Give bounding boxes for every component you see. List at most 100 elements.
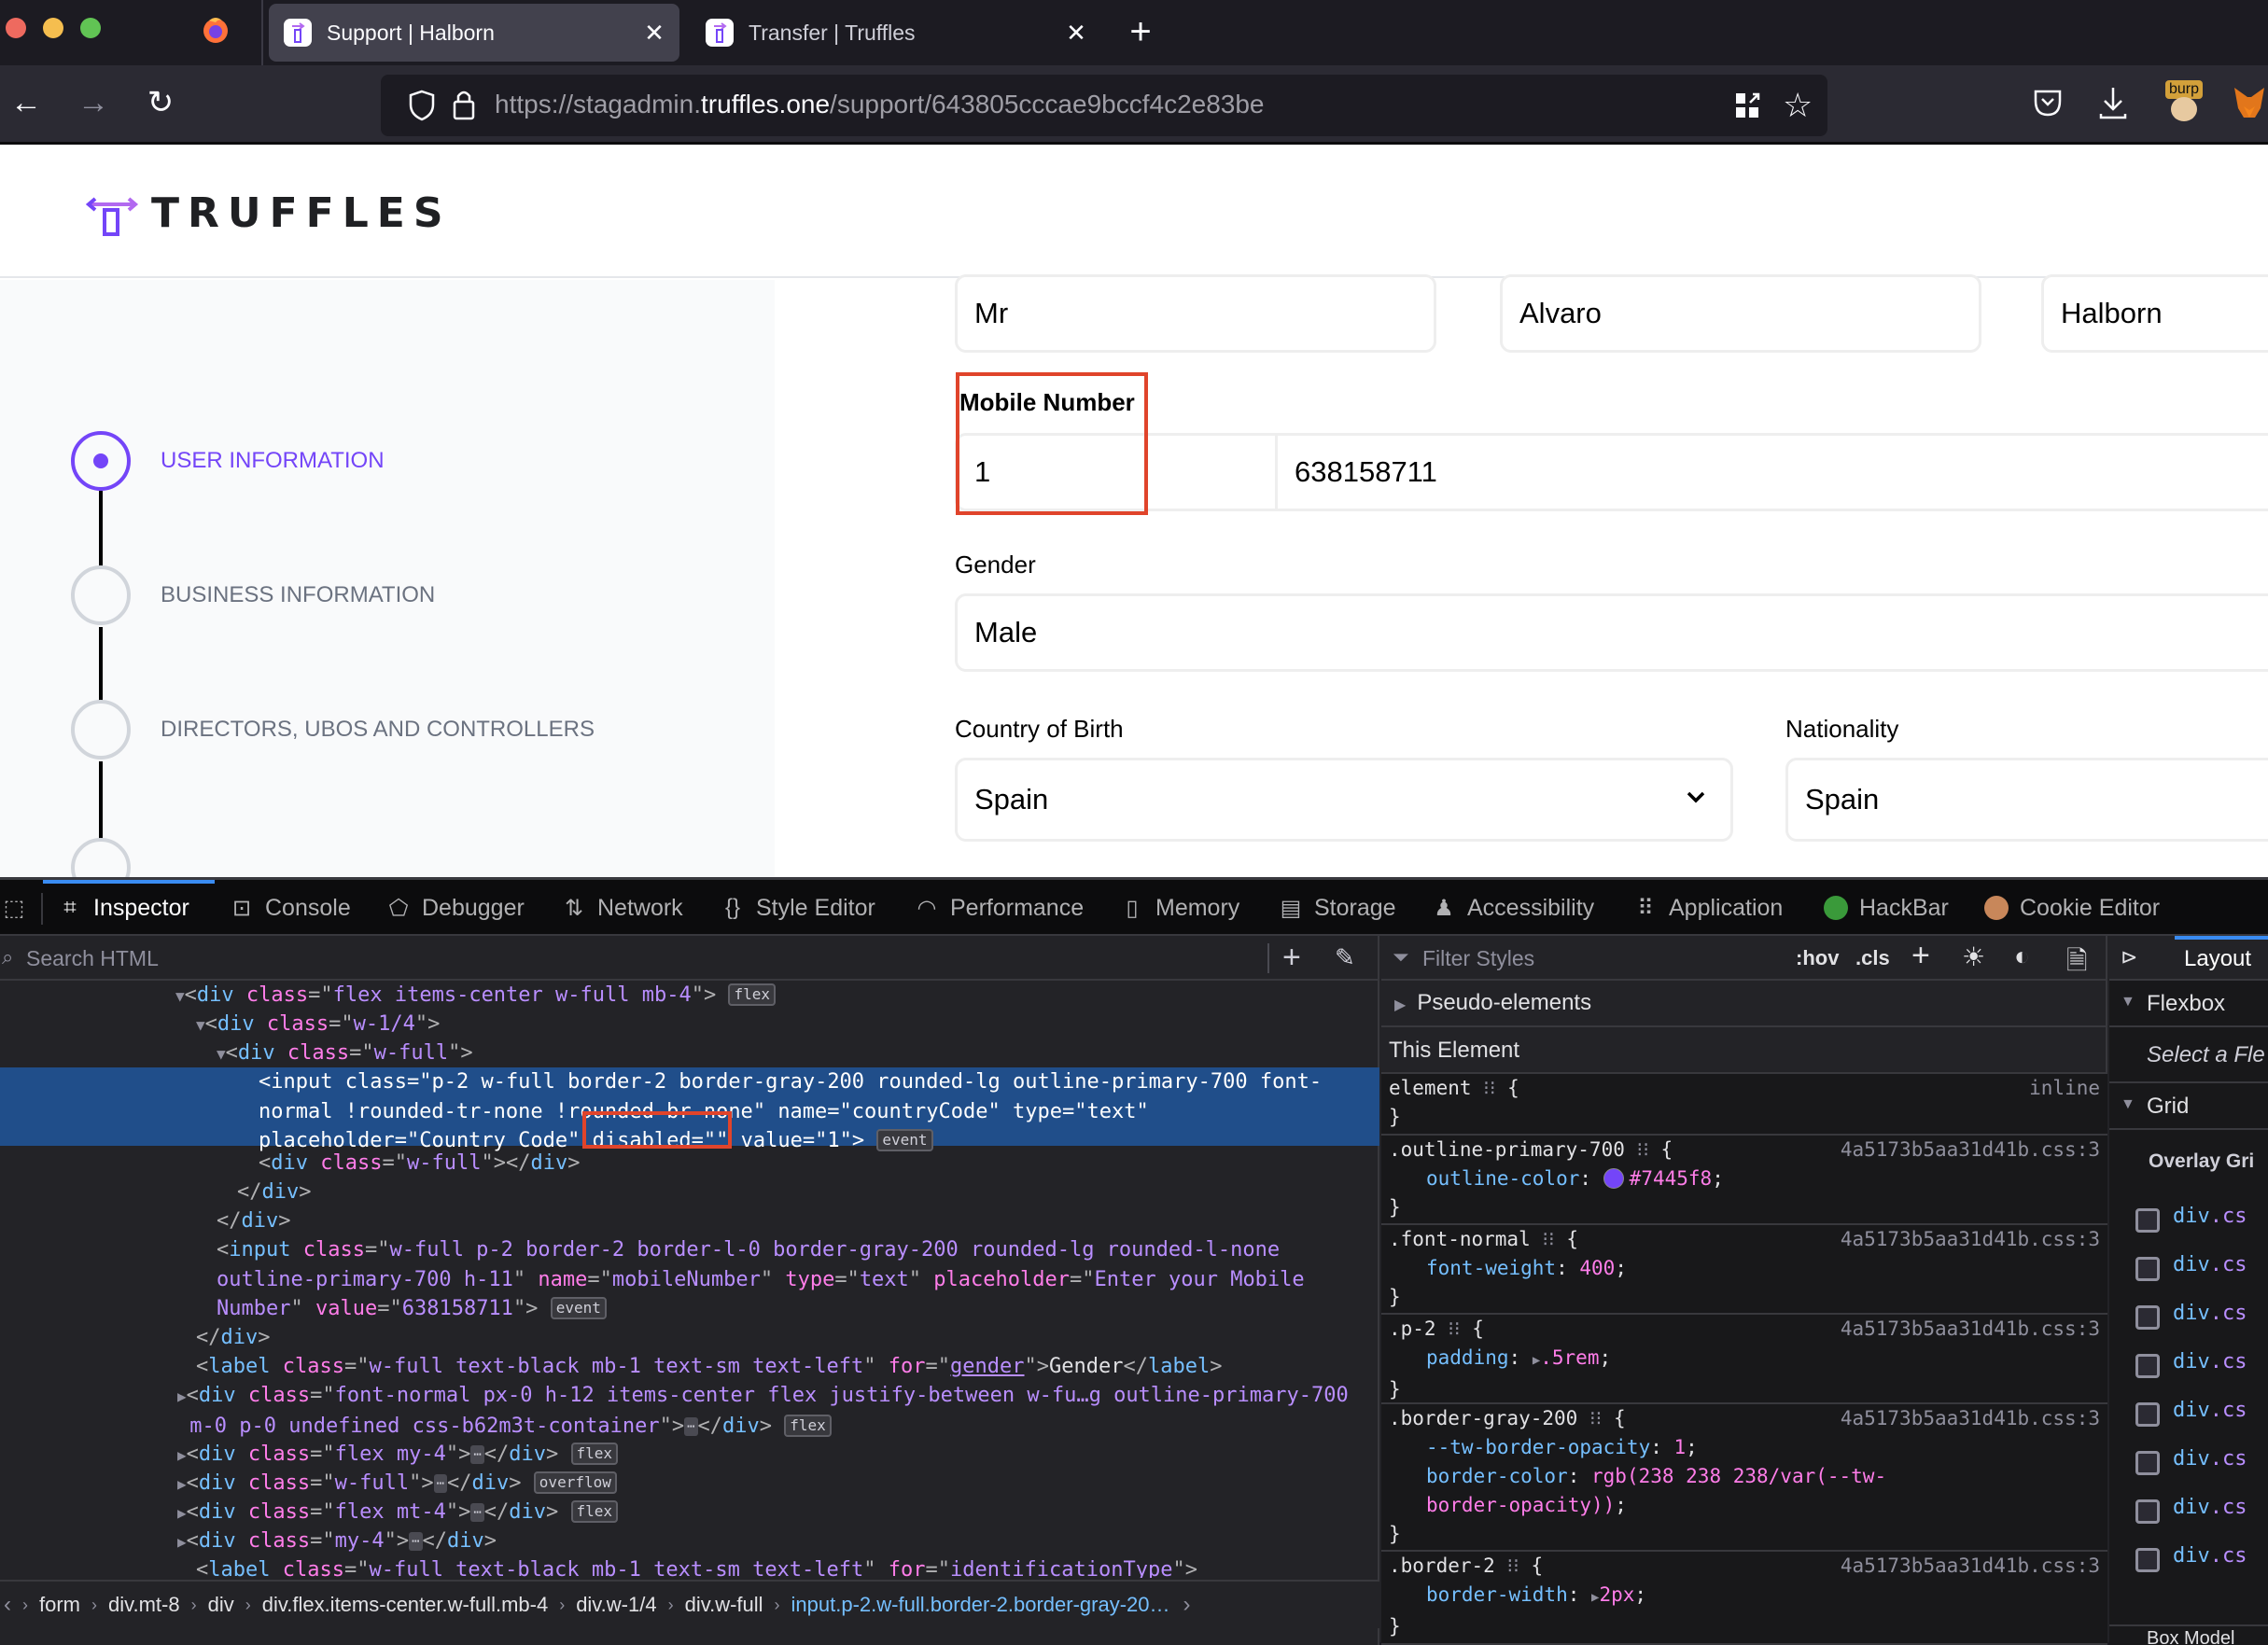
breadcrumb-item[interactable]: div.w-1/4 [576,1593,656,1617]
devtools-tab-network[interactable]: ⇅ Network [560,880,683,936]
pocket-icon[interactable] [2033,88,2063,122]
rule-source-link[interactable]: 4a5173b5aa31d41b.css:3 [1841,1552,2100,1581]
nationality-field[interactable]: Spain [1785,758,2268,842]
tree-node[interactable]: ▼<div class="w-full"> [217,1039,1379,1069]
rule-source-link[interactable]: 4a5173b5aa31d41b.css:3 [1841,1225,2100,1254]
qr-code-icon[interactable] [1734,91,1762,124]
url-bar[interactable]: https://stagadmin.truffles.one/support/6… [381,75,1827,136]
color-swatch[interactable] [1603,1168,1624,1189]
devtools-tab-style-editor[interactable]: {} Style Editor [719,880,875,936]
tree-node-id-label[interactable]: <label class="w-full text-black mb-1 tex… [196,1555,1379,1578]
devtools-tab-inspector[interactable]: ⌗ Inspector [56,880,189,936]
layout-tab[interactable]: Layout [2184,946,2251,972]
tree-node-gender-label[interactable]: <label class="w-full text-black mb-1 tex… [196,1352,1379,1382]
tree-node-collapsed[interactable]: ▶<div class="flex my-4"> ⋯ </div> flex [177,1440,1379,1471]
rule-font-normal[interactable]: .font-normal ⁝⁝ { font-weight: 400; } 4a… [1381,1225,2107,1315]
devtools-tab-console[interactable]: ⊡ Console [228,880,351,936]
grid-section-toggle[interactable]: ▼ Grid [2109,1083,2268,1130]
grid-overlay-checkbox[interactable] [2135,1305,2160,1330]
tab-support-halborn[interactable]: Support | Halborn ✕ [269,4,679,62]
back-arrow-icon[interactable]: ← [6,82,47,123]
devtools-tab-storage[interactable]: ▤ Storage [1277,880,1396,936]
search-html-input[interactable]: Search HTML [26,946,159,971]
toggle-sidebar-icon[interactable]: ⊳ [2121,945,2137,969]
forward-arrow-icon[interactable]: → [73,82,114,123]
download-icon[interactable] [2098,86,2128,124]
step-indicator[interactable] [71,838,131,877]
country-of-birth-select[interactable]: Spain [955,758,1733,842]
breadcrumb-scroll-right-icon[interactable]: › [1183,1592,1191,1618]
rule-source-link[interactable]: 4a5173b5aa31d41b.css:3 [1841,1136,2100,1164]
burp-extension-icon[interactable]: burp [2165,80,2203,121]
new-tab-plus-icon[interactable]: + [1120,11,1161,52]
tab-close-icon[interactable]: ✕ [640,19,668,48]
devtools-tab-debugger[interactable]: ⬠ Debugger [385,880,525,936]
rule-source-link[interactable]: 4a5173b5aa31d41b.css:3 [1841,1404,2100,1433]
tracking-shield-icon[interactable] [409,90,435,126]
grid-overlay-checkbox[interactable] [2135,1451,2160,1475]
first-name-field[interactable]: Alvaro [1500,274,1981,353]
breadcrumb-item[interactable]: form [39,1593,80,1617]
devtools-tab-accessibility[interactable]: ♟ Accessibility [1430,880,1594,936]
last-name-field[interactable]: Halborn [2041,274,2268,353]
minimize-window-button[interactable] [43,18,63,38]
grid-overlay-checkbox[interactable] [2135,1499,2160,1524]
reload-icon[interactable]: ↻ [140,82,181,123]
grid-overlay-checkbox[interactable] [2135,1548,2160,1572]
tree-node-mobile-input[interactable]: <input class="w-full p-2 border-2 border… [217,1235,1379,1324]
tree-node-select-container[interactable]: ▶<div class="font-normal px-0 h-12 items… [177,1381,1379,1441]
grid-overlay-checkbox[interactable] [2135,1257,2160,1281]
tree-node[interactable]: <div class="w-full"></div> [259,1149,1379,1178]
devtools-tab-application[interactable]: ⠿ Application [1631,880,1783,936]
tab-transfer-truffles[interactable]: Transfer | Truffles ✕ [691,4,1101,62]
add-node-plus-icon[interactable]: + [1282,940,1301,976]
hov-toggle[interactable]: :hov [1796,946,1839,970]
rule-p-2[interactable]: .p-2 ⁝⁝ { padding: ▶.5rem; } 4a5173b5aa3… [1381,1315,2107,1404]
rule-outline-primary-700[interactable]: .outline-primary-700 ⁝⁝ { outline-color:… [1381,1136,2107,1225]
metamask-icon[interactable] [2231,86,2268,119]
flexbox-section-toggle[interactable]: ▼ Flexbox [2109,981,2268,1027]
step-business-information[interactable]: BUSINESS INFORMATION [161,582,435,608]
step-indicator[interactable] [71,565,131,625]
rule-border-2[interactable]: .border-2 ⁝⁝ { border-width: ▶2px; } 4a5… [1381,1552,2107,1645]
maximize-window-button[interactable] [80,18,101,38]
light-scheme-sun-icon[interactable]: ☀ [1962,941,1985,972]
add-rule-plus-icon[interactable]: + [1911,938,1930,974]
rule-element-inline[interactable]: element ⁝⁝ { } inline [1381,1074,2107,1136]
firefox-icon[interactable] [202,15,230,45]
url-text[interactable]: https://stagadmin.truffles.one/support/6… [495,90,1265,119]
step-indicator[interactable] [71,700,131,760]
rule-source-link[interactable]: 4a5173b5aa31d41b.css:3 [1841,1315,2100,1344]
grid-overlay-checkbox[interactable] [2135,1208,2160,1233]
tree-node-collapsed[interactable]: ▶<div class="my-4"> ⋯ </div> [177,1527,1379,1557]
event-badge[interactable]: event [550,1297,607,1319]
title-field[interactable]: Mr [955,274,1436,353]
step-directors-ubos[interactable]: DIRECTORS, UBOS AND CONTROLLERS [161,717,595,743]
devtools-tab-hackbar[interactable]: HackBar [1822,880,1949,936]
lock-icon[interactable] [452,88,476,126]
eyedropper-icon[interactable]: ✎ [1335,943,1355,972]
breadcrumb-item[interactable]: div.w-full [685,1593,763,1617]
breadcrumb-item[interactable]: div.mt-8 [108,1593,180,1617]
element-picker-button[interactable]: ⬚ [0,880,37,936]
tab-close-icon[interactable]: ✕ [1062,19,1090,48]
dark-scheme-moon-icon[interactable]: ◐ [2014,941,2030,971]
devtools-tab-performance[interactable]: ◠ Performance [913,880,1085,936]
devtools-tab-memory[interactable]: ▯ Memory [1118,880,1239,936]
tree-node[interactable]: ▼<div class="w-1/4"> [196,1010,1379,1040]
mobile-number-input[interactable]: 638158711 [1275,433,2268,511]
filter-styles-input[interactable]: Filter Styles [1422,946,1534,971]
tree-node-collapsed[interactable]: ▶<div class="w-full"> ⋯ </div> overflow [177,1469,1379,1499]
grid-overlay-checkbox[interactable] [2135,1402,2160,1427]
flex-badge[interactable]: flex [728,983,777,1006]
breadcrumb-scroll-left-icon[interactable]: ‹ [4,1592,11,1618]
breadcrumb-item-current[interactable]: input.p-2.w-full.border-2.border-gray-20… [791,1593,1170,1617]
breadcrumb-item[interactable]: div [208,1593,234,1617]
bookmark-star-icon[interactable]: ☆ [1783,86,1813,125]
cls-toggle[interactable]: .cls [1855,946,1890,970]
close-window-button[interactable] [6,18,26,38]
grid-overlay-checkbox[interactable] [2135,1354,2160,1378]
truffles-logo[interactable]: TRUFFLES [86,189,452,237]
step-indicator-active[interactable] [71,431,131,491]
gender-field[interactable]: Male [955,593,2268,672]
